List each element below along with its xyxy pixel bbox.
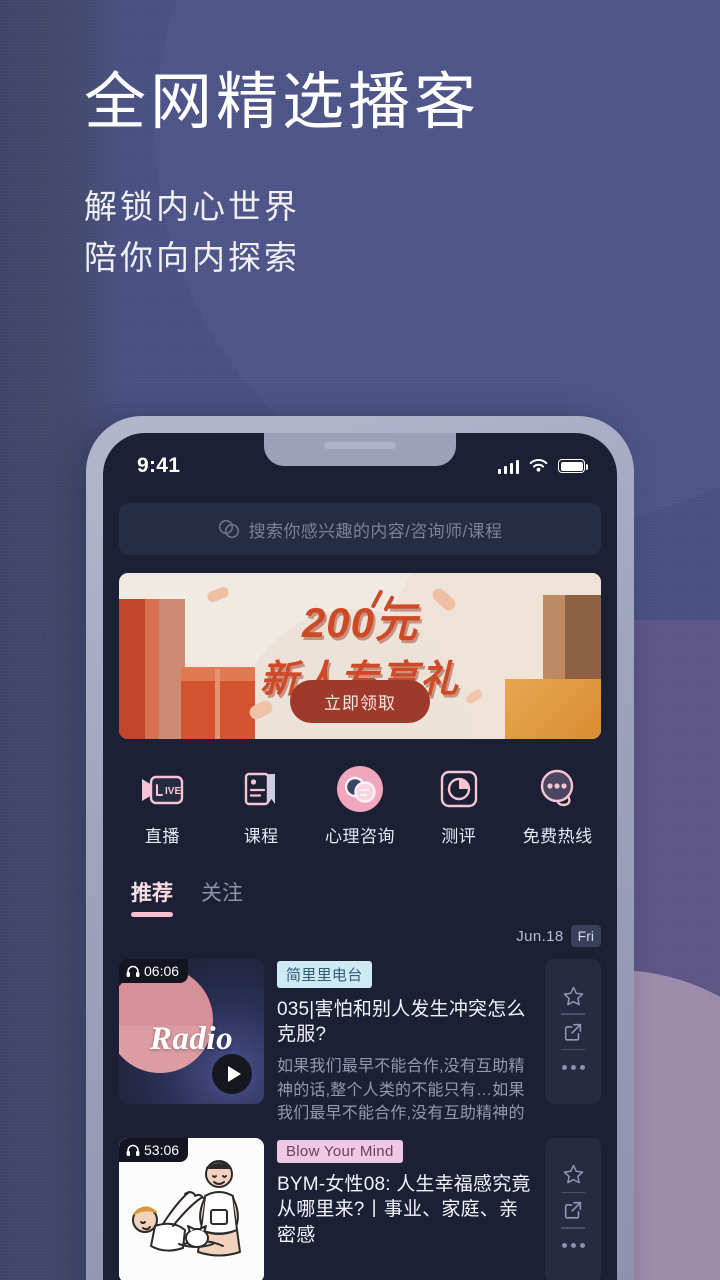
more-dots-icon[interactable] [561, 1050, 585, 1084]
svg-text:IVE: IVE [165, 786, 181, 797]
search-input[interactable]: 搜索你感兴趣的内容/咨询师/课程 [119, 503, 601, 555]
duration-text: 53:06 [144, 1141, 180, 1158]
play-icon[interactable] [212, 1054, 252, 1094]
live-camera-icon: IVE [138, 765, 186, 813]
nav-label-course: 课程 [243, 827, 279, 846]
promo-banner[interactable]: 200元 新人专享礼 立即领取 [119, 573, 601, 739]
date-weekday-badge: Fri [570, 925, 601, 947]
quick-nav-row: IVE 直播 课程 心理咨询 测评 免费热线 [113, 765, 607, 847]
duration-badge: 53:06 [119, 1137, 189, 1162]
tab-following[interactable]: 关注 [201, 877, 243, 917]
status-icons [497, 458, 588, 474]
nav-label-hotline: 免费热线 [522, 827, 593, 846]
card-title[interactable]: 035|害怕和别人发生冲突怎么克服? [277, 997, 532, 1048]
headset-chat-icon [535, 765, 581, 813]
feed-card[interactable]: 53:06 Blow Your Mind BYM-女性08: 人生幸福感究竟从哪… [119, 1137, 601, 1280]
duration-badge: 06:06 [119, 959, 189, 983]
hero-subtitle-1: 解锁内心世界 [84, 188, 300, 226]
status-time: 9:41 [137, 454, 181, 477]
tab-recommended[interactable]: 推荐 [131, 877, 173, 917]
more-dots-icon[interactable] [561, 1229, 585, 1263]
battery-icon [558, 459, 588, 473]
hero-subtitle-2: 陪你向内探索 [84, 239, 300, 277]
nav-item-live[interactable]: IVE 直播 [114, 765, 210, 847]
nav-item-counseling[interactable]: 心理咨询 [312, 765, 408, 847]
thumbnail-word: Radio [149, 1021, 234, 1057]
card-tag[interactable]: Blow Your Mind [277, 1139, 403, 1163]
nav-label-live: 直播 [144, 827, 180, 846]
share-icon[interactable] [562, 1015, 584, 1049]
nav-item-assessment[interactable]: 测评 [411, 765, 507, 847]
card-thumbnail-illustration[interactable]: 53:06 [119, 1137, 264, 1280]
card-body: Blow Your Mind BYM-女性08: 人生幸福感究竟从哪里来?丨事业… [277, 1138, 532, 1248]
favorite-star-icon[interactable] [562, 979, 585, 1013]
signal-bars-icon [497, 459, 519, 474]
duration-text: 06:06 [144, 963, 180, 979]
card-body: 简里里电台 035|害怕和别人发生冲突怎么克服? 如果我们最早不能合作,没有互助… [277, 959, 532, 1126]
card-title[interactable]: BYM-女性08: 人生幸福感究竟从哪里来?丨事业、家庭、亲密感 [277, 1172, 532, 1248]
nav-item-course[interactable]: 课程 [213, 765, 309, 847]
chat-bubble-circle-icon [336, 765, 384, 813]
phone-screen: 9:41 搜索你感兴趣的内容/咨询师/课程 200元 立即领取 IVE 直播 课… [103, 433, 617, 1280]
banner-cta-button[interactable]: 立即领取 [290, 680, 430, 723]
nav-label-counseling: 心理咨询 [324, 827, 395, 846]
share-icon[interactable] [562, 1193, 584, 1227]
pie-chart-icon [438, 765, 480, 813]
search-placeholder: 搜索你感兴趣的内容/咨询师/课程 [248, 521, 503, 541]
headphones-icon [126, 965, 140, 977]
feed-tabs: 推荐 关注 [103, 877, 617, 917]
feed-date: Jun.18 Fri [103, 925, 617, 947]
hero-title: 全网精选播客 [84, 68, 481, 137]
card-tag[interactable]: 简里里电台 [277, 961, 372, 988]
card-actions [545, 959, 601, 1104]
nav-label-assessment: 测评 [441, 827, 477, 846]
hero-text-block: 全网精选播客 解锁内心世界 陪你向内探索 [84, 66, 480, 283]
date-label: Jun.18 [516, 927, 564, 945]
card-thumbnail-radio[interactable]: 06:06 Radio [119, 959, 264, 1104]
card-description: 如果我们最早不能合作,没有互助精神的话,整个人类的不能只有…如果我们最早不能合作… [277, 1057, 525, 1123]
status-bar: 9:41 [103, 433, 617, 499]
card-actions [545, 1137, 601, 1280]
app-logo-icon [218, 519, 239, 539]
book-icon [239, 765, 283, 813]
phone-mockup: 9:41 搜索你感兴趣的内容/咨询师/课程 200元 立即领取 IVE 直播 课… [86, 416, 634, 1280]
hero-subtitles: 解锁内心世界 陪你向内探索 [84, 181, 480, 283]
headphones-icon [126, 1144, 140, 1156]
feed-card[interactable]: 06:06 Radio 简里里电台 035|害怕和别人发生冲突怎么克服? 如果我… [119, 959, 601, 1126]
favorite-star-icon[interactable] [562, 1158, 585, 1192]
nav-item-hotline[interactable]: 免费热线 [510, 765, 606, 847]
wifi-icon [529, 459, 548, 472]
banner-headline-amount: 200元 [301, 599, 419, 646]
